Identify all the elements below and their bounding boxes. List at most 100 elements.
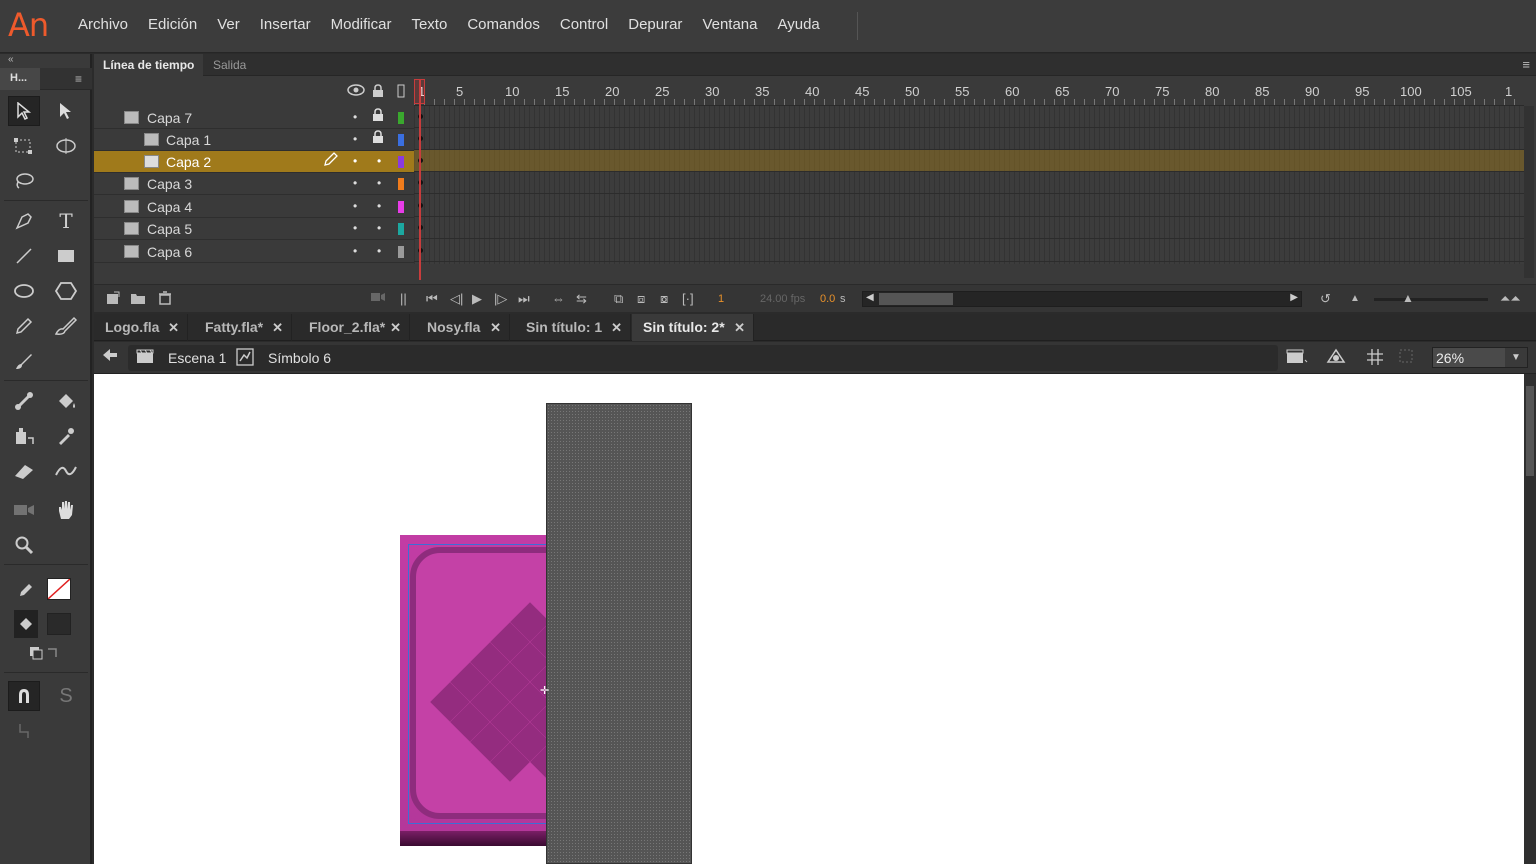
modify-onion-markers-icon[interactable]: [·] — [682, 291, 694, 306]
layer-color-swatch[interactable] — [398, 112, 404, 124]
lock-dot[interactable]: • — [377, 221, 381, 235]
timeline-vertical-scrollbar[interactable] — [1524, 106, 1534, 278]
stroke-color-swatch[interactable] — [47, 578, 71, 600]
layer-color-swatch[interactable] — [398, 134, 404, 146]
lock-dot[interactable]: • — [377, 199, 381, 213]
layer-row-capa-3[interactable]: Capa 3 • • — [94, 173, 414, 195]
current-frame[interactable]: 1 — [718, 293, 724, 305]
elapsed-time[interactable]: 0.0 — [820, 293, 835, 305]
scrollbar-thumb[interactable] — [1526, 386, 1534, 476]
layer-row-capa-7[interactable]: Capa 7 • — [94, 107, 414, 129]
paint-bucket-tool-icon[interactable] — [50, 386, 82, 416]
close-icon[interactable]: ✕ — [390, 314, 401, 341]
close-icon[interactable]: ✕ — [734, 314, 745, 341]
pencil-tool-icon[interactable] — [8, 311, 40, 341]
menu-ver[interactable]: Ver — [207, 16, 250, 33]
menu-depurar[interactable]: Depurar — [618, 16, 692, 33]
frame-row[interactable] — [414, 106, 1524, 128]
3d-rotation-tool-icon[interactable] — [50, 131, 82, 161]
frame-ruler[interactable]: 1 5 10 15 20 25 30 35 40 45 50 55 60 65 … — [414, 78, 1524, 106]
doc-tab-untitled-2[interactable]: Sin título: 2* ✕ — [632, 314, 754, 341]
onion-skin-icon[interactable]: ⧉ — [614, 291, 623, 307]
snap-to-grid-icon[interactable] — [1366, 348, 1384, 370]
lasso-tool-icon[interactable] — [8, 166, 40, 196]
polystar-tool-icon[interactable] — [50, 276, 82, 306]
menu-ayuda[interactable]: Ayuda — [768, 16, 830, 33]
visibility-dot[interactable]: • — [353, 176, 357, 190]
visibility-dot[interactable]: • — [353, 244, 357, 258]
lock-dot[interactable]: • — [377, 176, 381, 190]
doc-tab-floor[interactable]: Floor_2.fla* ✕ — [298, 314, 410, 341]
menu-edicion[interactable]: Edición — [138, 16, 207, 33]
width-tool-icon[interactable] — [50, 456, 82, 486]
brush-tool-icon[interactable] — [8, 346, 40, 376]
registration-point-icon[interactable]: ✛ — [540, 684, 549, 697]
edit-symbols-icon[interactable] — [1326, 348, 1348, 368]
line-tool-icon[interactable] — [8, 241, 40, 271]
scroll-right-icon[interactable]: ▶ — [1290, 292, 1298, 303]
lock-dot[interactable]: • — [377, 154, 381, 168]
edit-multiple-frames-icon[interactable]: ⧇ — [660, 291, 668, 307]
menu-ventana[interactable]: Ventana — [692, 16, 767, 33]
chevron-down-icon[interactable]: ▼ — [1505, 348, 1527, 367]
frame-row[interactable] — [414, 240, 1524, 262]
visibility-dot[interactable]: • — [353, 110, 357, 124]
lock-icon[interactable] — [372, 130, 384, 147]
zoom-slider-knob[interactable]: ▲ — [1402, 291, 1414, 305]
zoom-select[interactable]: 26% ▼ — [1432, 347, 1528, 368]
outline-all-icon[interactable] — [397, 84, 405, 101]
tab-timeline[interactable]: Línea de tiempo — [94, 54, 204, 76]
doc-tab-untitled-1[interactable]: Sin título: 1 ✕ — [515, 314, 631, 341]
close-icon[interactable]: ✕ — [272, 314, 283, 341]
fill-color-swatch[interactable] — [47, 613, 71, 635]
scrollbar-thumb[interactable] — [879, 293, 953, 305]
frame-rate[interactable]: 24.00 fps — [760, 293, 805, 305]
layer-row-capa-4[interactable]: Capa 4 • • — [94, 196, 414, 218]
text-tool-icon[interactable]: T — [50, 206, 82, 236]
straighten-icon[interactable] — [8, 716, 40, 746]
oval-tool-icon[interactable] — [8, 276, 40, 306]
layer-color-swatch[interactable] — [398, 246, 404, 258]
edit-scene-icon[interactable] — [1286, 348, 1308, 368]
timeline-horizontal-scrollbar[interactable]: ◀ ▶ — [862, 291, 1302, 307]
visibility-dot[interactable]: • — [353, 132, 357, 146]
frame-row[interactable] — [414, 195, 1524, 217]
panel-menu-icon[interactable]: ≡ — [75, 72, 82, 86]
lock-dot[interactable]: • — [377, 244, 381, 258]
snap-to-objects-icon[interactable] — [8, 681, 40, 711]
layer-row-capa-5[interactable]: Capa 5 • • — [94, 218, 414, 240]
layer-row-capa-1[interactable]: Capa 1 • — [94, 129, 414, 151]
camera-toggle-icon[interactable] — [370, 291, 386, 306]
mask-shape[interactable] — [546, 403, 692, 864]
hand-tool-icon[interactable] — [50, 495, 82, 525]
tab-output[interactable]: Salida — [204, 54, 255, 76]
zoom-tool-icon[interactable] — [8, 530, 40, 560]
smooth-icon[interactable]: S — [50, 681, 82, 711]
visibility-dot[interactable]: • — [353, 221, 357, 235]
play-icon[interactable]: ▶ — [472, 291, 482, 307]
stage[interactable]: ✛ — [94, 374, 1524, 864]
timeline-menu-icon[interactable]: ≡ — [1522, 57, 1530, 72]
step-forward-icon[interactable]: |▷ — [494, 291, 507, 307]
close-icon[interactable]: ✕ — [168, 314, 179, 341]
breadcrumb-scene[interactable]: Escena 1 — [168, 350, 226, 366]
layer-row-capa-2[interactable]: Capa 2 • • — [94, 151, 414, 173]
center-frame-icon[interactable]: ⇆ — [576, 291, 587, 307]
menu-archivo[interactable]: Archivo — [68, 16, 138, 33]
show-hide-all-icon[interactable] — [347, 84, 365, 99]
close-icon[interactable]: ✕ — [611, 314, 622, 341]
loop-icon[interactable]: ⇔ — [552, 291, 565, 306]
zoom-in-icon[interactable]: ⏶⏶ — [1500, 291, 1521, 307]
step-back-icon[interactable]: ◁| — [450, 291, 463, 307]
swap-colors-icon[interactable] — [24, 643, 64, 663]
layer-color-swatch[interactable] — [398, 201, 404, 213]
reset-zoom-icon[interactable]: ↺ — [1320, 291, 1331, 307]
lock-icon[interactable] — [372, 108, 384, 125]
lock-all-icon[interactable] — [372, 84, 384, 101]
menu-control[interactable]: Control — [550, 16, 618, 33]
eyedropper-tool-icon[interactable] — [50, 421, 82, 451]
pen-tool-icon[interactable] — [8, 206, 40, 236]
go-to-last-frame-icon[interactable]: ⏭ — [518, 291, 530, 307]
frames-grid[interactable] — [414, 106, 1524, 264]
selection-tool-icon[interactable] — [8, 96, 40, 126]
